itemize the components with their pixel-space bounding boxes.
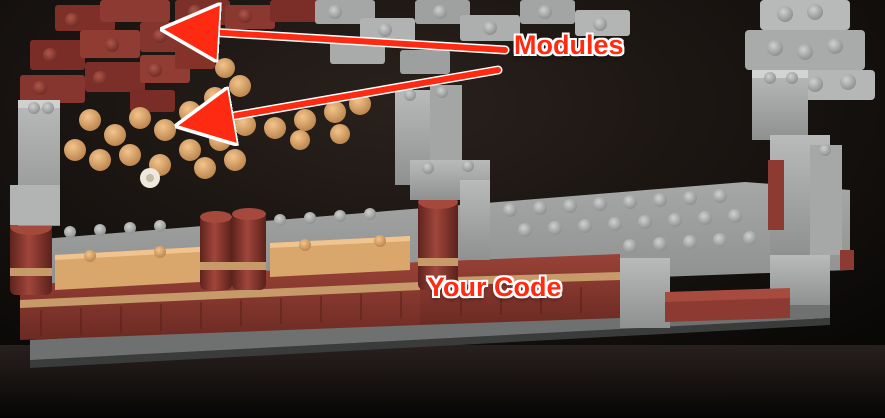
modules-annotation: Modules: [514, 30, 624, 60]
photo-lego-build: [0, 0, 885, 418]
your-code-annotation: Your Code: [427, 272, 562, 302]
dark-red-floor-plate: [665, 288, 790, 322]
